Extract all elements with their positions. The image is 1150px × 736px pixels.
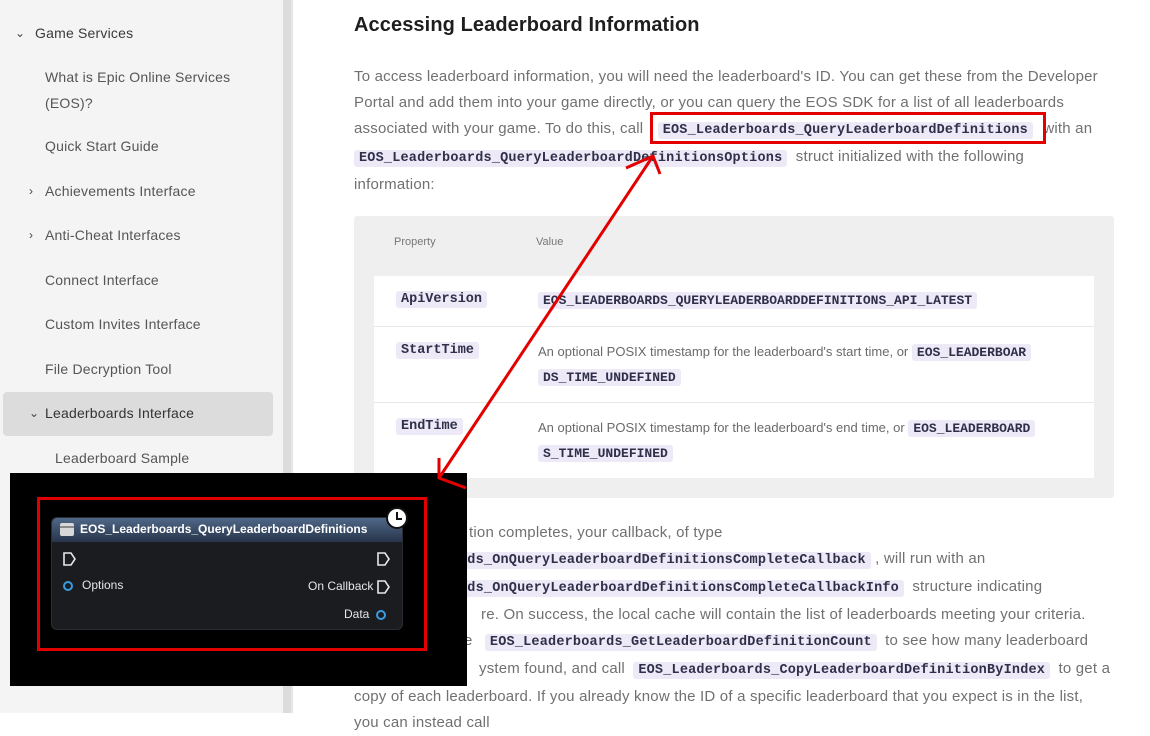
callback-text: , will run with an bbox=[875, 550, 986, 567]
sidebar-item-leaderboard-sample[interactable]: Leaderboard Sample bbox=[55, 446, 189, 470]
callback-text: ystem found, and call bbox=[479, 660, 625, 677]
code-query-options: EOS_Leaderboards_QueryLeaderboardDefinit… bbox=[354, 150, 788, 167]
property-value-code: EOS_LEADERBOAR bbox=[911, 344, 1032, 361]
table-row: StartTime An optional POSIX timestamp fo… bbox=[374, 326, 1094, 403]
property-description: An optional POSIX timestamp for the lead… bbox=[538, 420, 905, 435]
sidebar-item-anti-cheat[interactable]: Anti-Cheat Interfaces bbox=[45, 223, 181, 247]
callback-line: copy of each leaderboard. If you already… bbox=[354, 688, 1084, 705]
intro-line: information: bbox=[354, 176, 435, 193]
table-row: ApiVersion EOS_LEADERBOARDS_QUERYLEADERB… bbox=[374, 276, 1094, 327]
property-name: ApiVersion bbox=[396, 291, 488, 308]
sidebar-section-game-services[interactable]: Game Services bbox=[35, 21, 133, 45]
callback-text: to get a bbox=[1058, 660, 1111, 677]
sidebar-item-what-is-eos[interactable]: What is Epic Online Services (EOS)? bbox=[45, 65, 230, 115]
callback-paragraph: tion completes, your callback, of type r… bbox=[354, 520, 1124, 736]
sidebar-item-connect[interactable]: Connect Interface bbox=[45, 268, 159, 292]
code-get-definition-count: EOS_Leaderboards_GetLeaderboardDefinitio… bbox=[484, 634, 877, 651]
property-value-code: S_TIME_UNDEFINED bbox=[538, 445, 673, 462]
chevron-right-icon: › bbox=[29, 228, 33, 242]
callback-line: re. On success, the local cache will con… bbox=[481, 606, 1086, 623]
sidebar-item-achievements[interactable]: Achievements Interface bbox=[45, 179, 196, 203]
column-header-value: Value bbox=[536, 236, 564, 248]
property-value-code: EOS_LEADERBOARD bbox=[908, 420, 1036, 437]
section-heading: Accessing Leaderboard Information bbox=[354, 14, 700, 36]
chevron-right-icon: › bbox=[29, 184, 33, 198]
table-body: ApiVersion EOS_LEADERBOARDS_QUERYLEADERB… bbox=[374, 276, 1094, 478]
property-value-code: EOS_LEADERBOARDS_QUERYLEADERBOARDDEFINIT… bbox=[538, 292, 978, 309]
code-callback-type: rds_OnQueryLeaderboardDefinitionsComplet… bbox=[454, 552, 871, 569]
chevron-down-icon: ⌄ bbox=[29, 406, 40, 420]
callback-line: tion completes, your callback, of type bbox=[469, 524, 723, 541]
intro-text: associated with your game. To do this, c… bbox=[354, 120, 644, 137]
properties-table: Property Value ApiVersion EOS_LEADERBOAR… bbox=[354, 216, 1114, 498]
property-description: An optional POSIX timestamp for the lead… bbox=[538, 344, 909, 359]
property-name: StartTime bbox=[396, 342, 479, 359]
table-row: EndTime An optional POSIX timestamp for … bbox=[374, 402, 1094, 478]
code-callback-info: rds_OnQueryLeaderboardDefinitionsComplet… bbox=[454, 580, 904, 597]
sidebar-item-custom-invites[interactable]: Custom Invites Interface bbox=[45, 312, 201, 336]
intro-line: To access leaderboard information, you w… bbox=[354, 68, 1098, 85]
intro-text: struct initialized with the following bbox=[795, 148, 1025, 165]
highlight-box-node bbox=[37, 497, 427, 651]
sidebar-item-file-decryption[interactable]: File Decryption Tool bbox=[45, 357, 172, 381]
property-name: EndTime bbox=[396, 418, 463, 435]
column-header-property: Property bbox=[394, 236, 436, 248]
blueprint-screenshot: EOS_Leaderboards_QueryLeaderboardDefinit… bbox=[10, 473, 467, 686]
highlight-box-code bbox=[650, 112, 1046, 144]
callback-text: to see how many leaderboard bbox=[885, 632, 1089, 649]
chevron-down-icon: ⌄ bbox=[15, 26, 26, 40]
sidebar-item-quick-start[interactable]: Quick Start Guide bbox=[45, 134, 159, 158]
callback-text: structure indicating bbox=[912, 578, 1043, 595]
sidebar-item-leaderboards[interactable]: Leaderboards Interface bbox=[45, 401, 194, 425]
property-value-code: DS_TIME_UNDEFINED bbox=[538, 369, 681, 386]
intro-text: with an bbox=[1043, 120, 1093, 137]
code-copy-definition-by-index: EOS_Leaderboards_CopyLeaderboardDefiniti… bbox=[633, 662, 1051, 679]
callback-line: you can instead call bbox=[354, 714, 490, 731]
